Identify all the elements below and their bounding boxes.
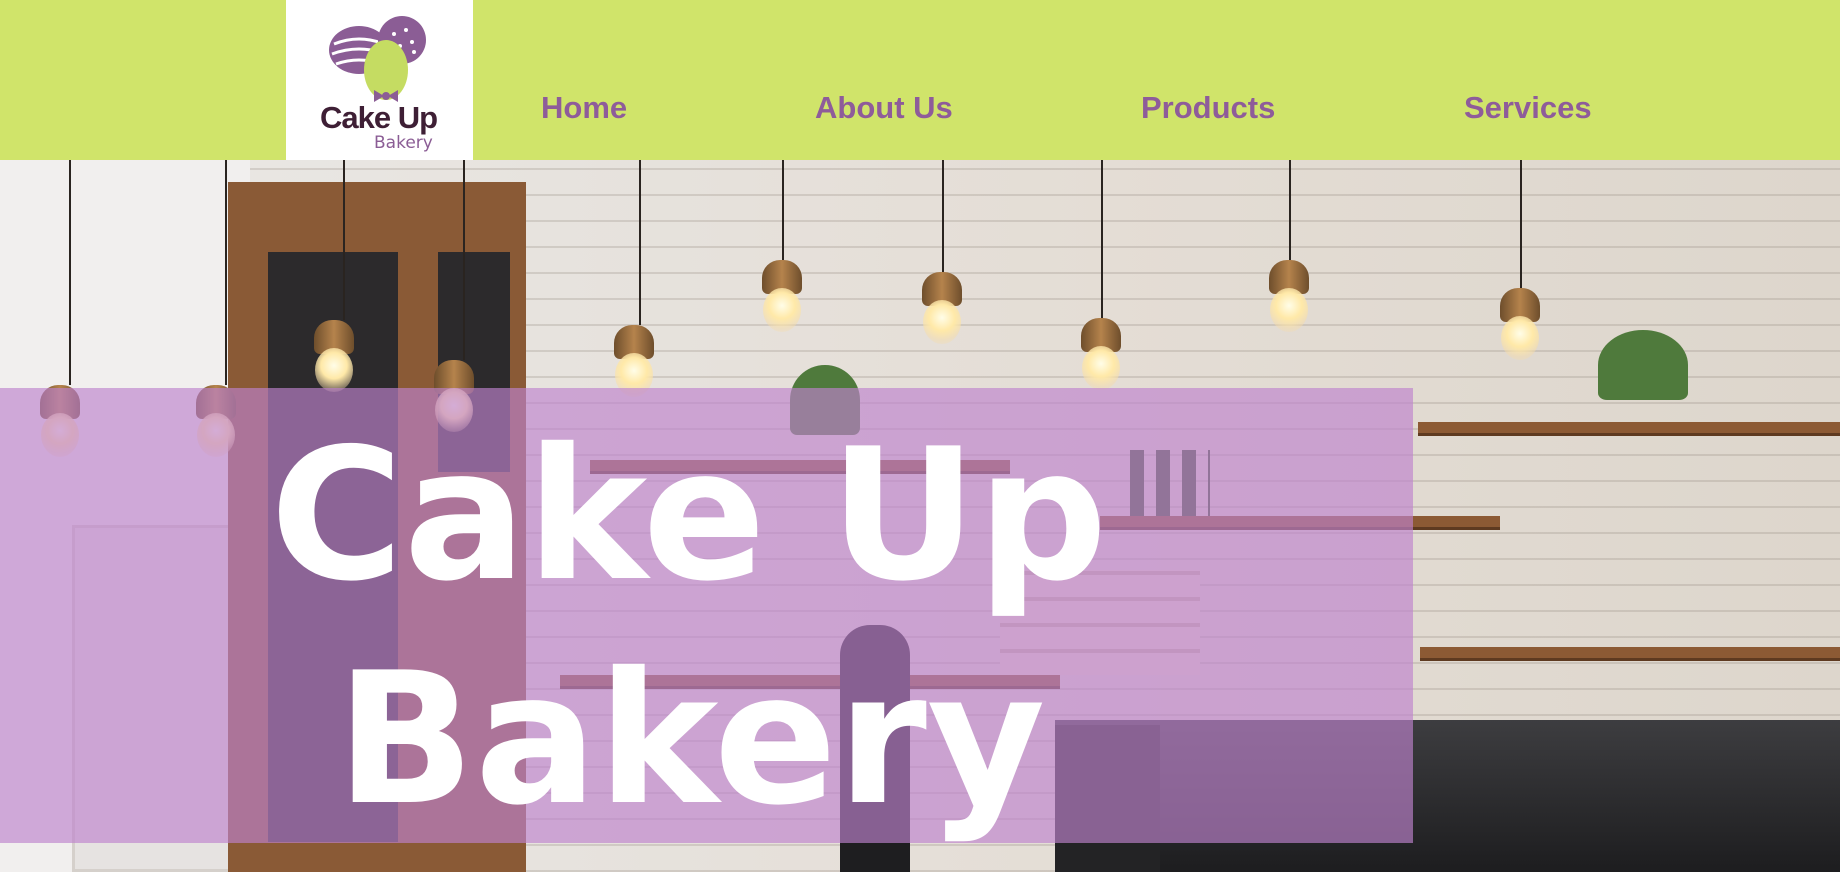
logo-subtitle: Bakery <box>374 133 433 153</box>
nav-link-products[interactable]: Products <box>1141 90 1275 126</box>
hero-title-line-2: Bakery <box>336 633 1046 845</box>
site-header: Cake Up Bakery Home About Us Products Se… <box>0 0 1840 160</box>
nav-link-services[interactable]: Services <box>1464 90 1592 126</box>
lamp-wire <box>782 160 784 260</box>
lamp-wire <box>225 160 227 385</box>
potted-plant <box>1598 330 1688 400</box>
wooden-shelf <box>1420 647 1840 661</box>
lamp-wire <box>69 160 71 385</box>
lamp-wire <box>1520 160 1522 288</box>
lamp-wire <box>463 160 465 360</box>
lamp-wire <box>1289 160 1291 260</box>
wooden-shelf <box>1418 422 1840 436</box>
lamp-wire <box>343 160 345 320</box>
logo-name: Cake Up <box>320 100 438 135</box>
lamp-wire <box>639 160 641 325</box>
cake-logo-icon <box>329 16 426 102</box>
logo[interactable]: Cake Up Bakery <box>286 0 473 160</box>
lamp-wire <box>1101 160 1103 318</box>
hero-title-line-1: Cake Up <box>270 409 1108 621</box>
nav-link-about-us[interactable]: About Us <box>815 90 953 126</box>
lamp-wire <box>942 160 944 272</box>
nav-link-home[interactable]: Home <box>541 90 627 126</box>
